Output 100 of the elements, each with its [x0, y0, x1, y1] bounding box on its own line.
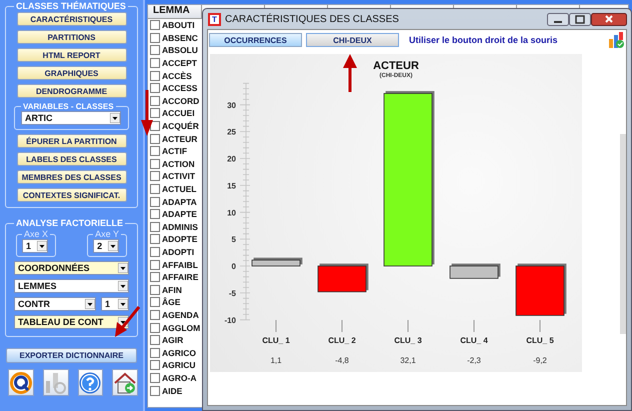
checkbox[interactable] [150, 260, 160, 270]
checkbox[interactable] [150, 310, 160, 320]
checkbox[interactable] [150, 348, 160, 358]
checkbox[interactable] [150, 83, 160, 94]
home-icon [114, 372, 136, 394]
tool-button[interactable] [42, 369, 68, 396]
lemma-label[interactable]: ABOUTI [162, 20, 195, 30]
lemma-label[interactable]: AGGLOM [162, 322, 200, 333]
lemma-label[interactable]: AGIR [162, 335, 184, 346]
lemma-label[interactable]: ACQUÉR [162, 121, 199, 132]
lemma-label[interactable]: AGRICO [162, 348, 196, 358]
checkbox[interactable] [150, 58, 160, 68]
menu-button[interactable]: CONTEXTES SIGNIFICAT. [16, 188, 126, 202]
help-button[interactable] [78, 369, 104, 396]
lemma-label[interactable]: AIDE [162, 386, 182, 396]
lemma-label[interactable]: AFFAIRE [162, 272, 198, 282]
checkbox[interactable] [150, 372, 160, 383]
lemma-label[interactable]: ADAPTE [162, 209, 197, 220]
checkbox[interactable] [150, 234, 160, 244]
menu-button[interactable]: ÉPURER LA PARTITION [16, 134, 126, 148]
tab[interactable]: CHI-DEUX [306, 33, 399, 47]
lemma-label[interactable]: ACTION [162, 158, 195, 169]
checkbox[interactable] [150, 134, 160, 144]
checkbox[interactable] [150, 171, 160, 182]
lemma-label[interactable]: AGRICU [162, 360, 196, 370]
menu-button[interactable]: LABELS DES CLASSES [16, 152, 126, 166]
lemma-label[interactable]: ADMINIS [162, 222, 198, 232]
lemma-label[interactable]: AGRO-A [162, 372, 196, 383]
class-variable-dropdown[interactable]: ARTIC [21, 111, 121, 125]
menu-button[interactable]: GRAPHIQUES [16, 66, 126, 80]
checkbox[interactable] [150, 284, 160, 295]
menu-button[interactable]: DENDROGRAMME [16, 84, 126, 98]
checkbox[interactable] [150, 20, 160, 30]
checkbox[interactable] [150, 272, 160, 282]
chart-bar [252, 260, 300, 266]
home-button[interactable] [112, 369, 138, 396]
close-icon[interactable] [591, 12, 627, 26]
tab[interactable]: OCCURRENCES [209, 33, 302, 47]
dropdown[interactable]: 1 [101, 297, 129, 311]
checkbox[interactable] [150, 196, 160, 207]
checkbox[interactable] [150, 297, 160, 308]
quit-icon [10, 372, 32, 394]
checkbox[interactable] [150, 108, 160, 118]
value-label: 32,1 [400, 356, 416, 365]
checkbox[interactable] [150, 209, 160, 220]
category-label: CLU_ 2 [328, 336, 356, 345]
lemma-label[interactable]: AFIN [162, 284, 182, 295]
axis-dropdown[interactable]: 1 [22, 239, 48, 253]
value-label: -2,3 [467, 356, 481, 365]
lemma-label[interactable]: ÂGE [162, 297, 180, 308]
chart-settings-icon[interactable] [608, 31, 624, 49]
lemma-label[interactable]: ACTIVIT [162, 171, 196, 182]
maximize-icon[interactable] [569, 12, 591, 26]
pointer-arrow [343, 54, 357, 92]
chart-title: ACTEUR [373, 60, 419, 72]
lemma-label[interactable]: ABSENC [162, 32, 198, 43]
checkbox[interactable] [150, 45, 160, 56]
lemma-label[interactable]: ACTIF [162, 146, 188, 156]
menu-button[interactable]: MEMBRES DES CLASSES [16, 170, 126, 184]
lemma-label[interactable]: ABSOLU [162, 45, 198, 56]
checkbox[interactable] [150, 146, 160, 156]
checkbox[interactable] [150, 322, 160, 333]
lemma-label[interactable]: ACCEPT [162, 58, 197, 68]
tick-label: 25 [227, 128, 236, 137]
lemma-label[interactable]: ACTEUR [162, 134, 198, 144]
category-label: CLU_ 3 [394, 336, 422, 345]
lemma-label[interactable]: ADAPTA [162, 196, 197, 207]
lemma-label[interactable]: ADOPTI [162, 246, 194, 257]
lemma-label[interactable]: ACCESS [162, 83, 198, 94]
checkbox[interactable] [150, 96, 160, 106]
menu-button[interactable]: CARACTÉRISTIQUES [16, 12, 126, 26]
export-button[interactable]: EXPORTER DICTIONNAIRE [6, 348, 137, 363]
tick-label: 0 [232, 262, 236, 271]
lemma-label[interactable]: ACCUEI [162, 108, 195, 118]
chart-bar [450, 266, 498, 279]
checkbox[interactable] [150, 335, 160, 346]
quit-button[interactable] [8, 369, 34, 396]
dropdown[interactable]: COORDONNÉES [14, 261, 129, 275]
menu-button[interactable]: HTML REPORT [16, 48, 126, 62]
lemma-label[interactable]: AGENDA [162, 310, 199, 320]
checkbox[interactable] [150, 222, 160, 232]
checkbox[interactable] [150, 246, 160, 257]
checkbox[interactable] [150, 360, 160, 370]
lemma-label[interactable]: ACCÈS [162, 70, 192, 81]
checkbox[interactable] [150, 32, 160, 43]
hint-text: Utiliser le bouton droit de la souris [409, 35, 558, 45]
lemma-label[interactable]: ADOPTE [162, 234, 198, 244]
checkbox[interactable] [150, 70, 160, 81]
dropdown[interactable]: TABLEAU DE CONT [14, 315, 129, 329]
lemma-label[interactable]: AFFAIBL [162, 260, 198, 270]
dropdown[interactable]: CONTR [14, 297, 96, 311]
menu-button[interactable]: PARTITIONS [16, 30, 126, 44]
lemma-label[interactable]: ACTUEL [162, 184, 196, 194]
axis-dropdown[interactable]: 2 [93, 239, 120, 253]
minimize-icon[interactable] [547, 12, 569, 26]
checkbox[interactable] [150, 158, 160, 169]
checkbox[interactable] [150, 184, 160, 194]
dropdown[interactable]: LEMMES [14, 279, 129, 293]
lemma-label[interactable]: ACCORD [162, 96, 200, 106]
checkbox[interactable] [150, 386, 160, 396]
